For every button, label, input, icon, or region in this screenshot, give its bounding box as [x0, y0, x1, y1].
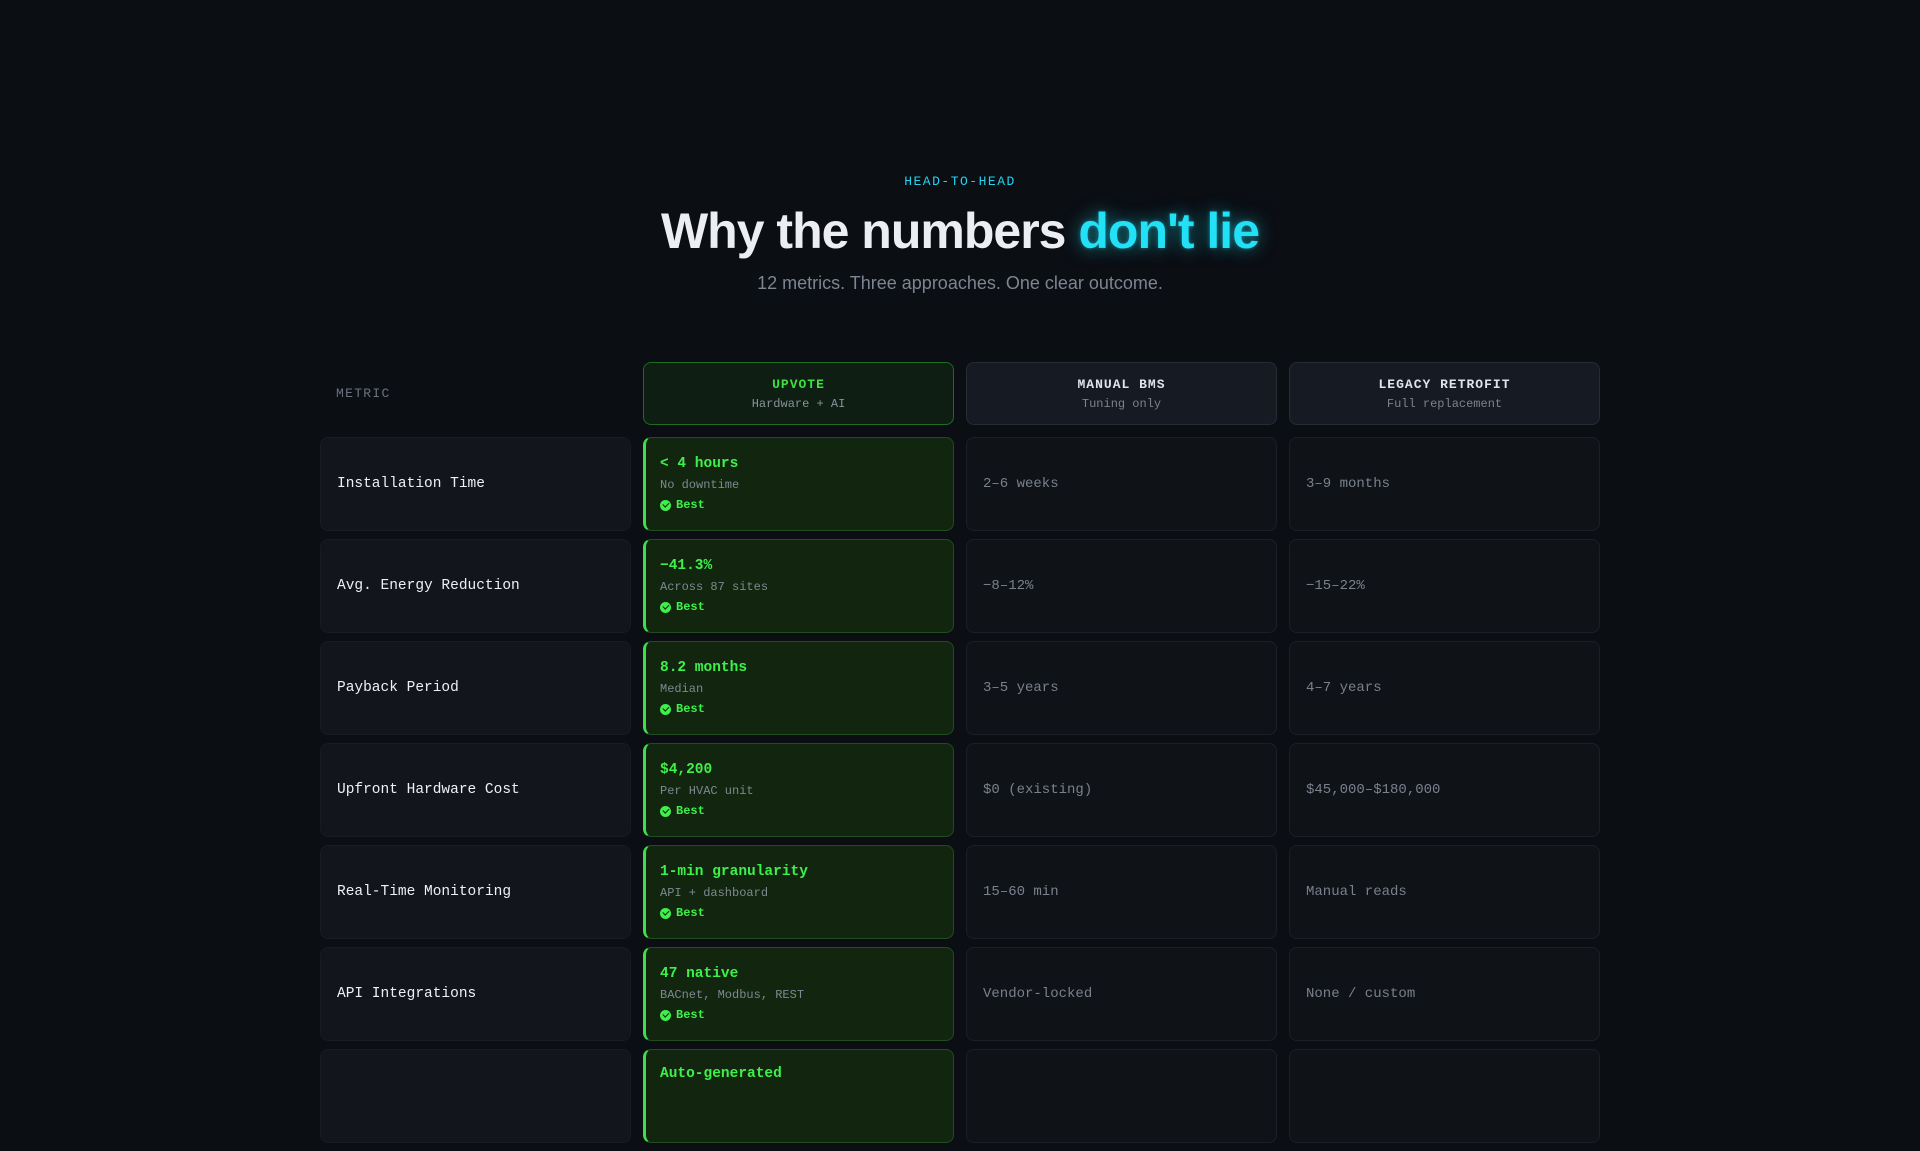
upvote-note: BACnet, Modbus, REST — [660, 988, 805, 1002]
check-circle-icon — [660, 805, 671, 817]
check-circle-icon — [660, 703, 671, 715]
best-label: Best — [676, 702, 705, 716]
check-circle-icon — [660, 601, 671, 613]
table-row: Upfront Hardware Cost $4,200 Per HVAC unit… — [320, 743, 1600, 837]
table-row: Real-Time Monitoring 1-min granularity API… — [320, 845, 1600, 939]
upvote-value: 1-min granularity — [660, 864, 808, 880]
metric-label: Payback Period — [320, 641, 631, 735]
title-accent: don't lie — [1078, 203, 1260, 259]
check-circle-icon — [660, 1009, 671, 1021]
best-badge: Best — [660, 498, 705, 512]
manual-bms-value: Vendor-locked — [966, 947, 1277, 1041]
legacy-retrofit-value: Manual reads — [1289, 845, 1600, 939]
metric-label — [320, 1049, 631, 1143]
column-header-legacy-retrofit: LEGACY RETROFIT Full replacement — [1289, 362, 1600, 425]
upvote-cell: 1-min granularity API + dashboard Best — [643, 845, 954, 939]
best-label: Best — [676, 906, 705, 920]
manual-bms-value: 2–6 weeks — [966, 437, 1277, 531]
upvote-value: 47 native — [660, 966, 739, 982]
table-row: Payback Period 8.2 months Median Best 3–5 ye… — [320, 641, 1600, 735]
column-header-name: MANUAL BMS — [1077, 376, 1166, 392]
title-plain: Why the numbers — [660, 203, 1079, 259]
legacy-retrofit-value: −15–22% — [1289, 539, 1600, 633]
legacy-retrofit-value: 3–9 months — [1289, 437, 1600, 531]
manual-bms-value: −8–12% — [966, 539, 1277, 633]
column-header-sub: Hardware + AI — [751, 396, 846, 411]
best-label: Best — [676, 600, 705, 614]
best-badge: Best — [660, 906, 705, 920]
legacy-retrofit-value: $45,000–$180,000 — [1289, 743, 1600, 837]
metric-column-header: METRIC — [336, 386, 391, 401]
upvote-cell: < 4 hours No downtime Best — [643, 437, 954, 531]
upvote-cell: Auto-generated — [643, 1049, 954, 1143]
table-row: API Integrations 47 native BACnet, Modbus,… — [320, 947, 1600, 1041]
best-label: Best — [676, 804, 705, 818]
upvote-cell: 47 native BACnet, Modbus, REST Best — [643, 947, 954, 1041]
page-title: Why the numbers don't lie — [0, 200, 1920, 262]
table-row: Auto-generated — [320, 1049, 1600, 1143]
upvote-note: No downtime — [660, 478, 740, 492]
upvote-cell: −41.3% Across 87 sites Best — [643, 539, 954, 633]
column-header-sub: Tuning only — [1081, 396, 1162, 411]
page-subtitle: 12 metrics. Three approaches. One clear … — [757, 273, 1163, 293]
best-badge: Best — [660, 1008, 705, 1022]
check-circle-icon — [660, 907, 671, 919]
column-header-upvote: UPVOTE Hardware + AI — [643, 362, 954, 425]
upvote-note: Median — [660, 682, 704, 696]
upvote-cell: $4,200 Per HVAC unit Best — [643, 743, 954, 837]
table-body: Installation Time < 4 hours No downtime Bes… — [320, 437, 1600, 1143]
upvote-value: 8.2 months — [660, 660, 748, 676]
best-label: Best — [676, 498, 705, 512]
manual-bms-value: $0 (existing) — [966, 743, 1277, 837]
upvote-value: $4,200 — [660, 762, 713, 778]
table-row: Installation Time < 4 hours No downtime Bes… — [320, 437, 1600, 531]
metric-label: Upfront Hardware Cost — [320, 743, 631, 837]
metric-label: Avg. Energy Reduction — [320, 539, 631, 633]
best-label: Best — [676, 1008, 705, 1022]
legacy-retrofit-value: None / custom — [1289, 947, 1600, 1041]
metric-label: Real-Time Monitoring — [320, 845, 631, 939]
upvote-cell: 8.2 months Median Best — [643, 641, 954, 735]
metric-label: Installation Time — [320, 437, 631, 531]
upvote-note: API + dashboard — [660, 886, 769, 900]
upvote-note: Across 87 sites — [660, 580, 769, 594]
check-circle-icon — [660, 499, 671, 511]
upvote-note: Per HVAC unit — [660, 784, 754, 798]
manual-bms-value: 15–60 min — [966, 845, 1277, 939]
section-eyebrow: HEAD-TO-HEAD — [904, 174, 1016, 189]
legacy-retrofit-value: 4–7 years — [1289, 641, 1600, 735]
column-header-manual-bms: MANUAL BMS Tuning only — [966, 362, 1277, 425]
comparison-table: METRIC UPVOTE Hardware + AI MANUAL BMS T… — [320, 362, 1600, 1151]
column-header-sub: Full replacement — [1386, 396, 1503, 411]
upvote-value: < 4 hours — [660, 456, 739, 472]
column-header-name: LEGACY RETROFIT — [1378, 376, 1511, 392]
metric-label: API Integrations — [320, 947, 631, 1041]
best-badge: Best — [660, 702, 705, 716]
table-row: Avg. Energy Reduction −41.3% Across 87 sit… — [320, 539, 1600, 633]
best-badge: Best — [660, 600, 705, 614]
table-header-row: METRIC UPVOTE Hardware + AI MANUAL BMS T… — [320, 362, 1600, 425]
best-badge: Best — [660, 804, 705, 818]
upvote-value: −41.3% — [660, 558, 713, 574]
legacy-retrofit-value — [1289, 1049, 1600, 1143]
manual-bms-value: 3–5 years — [966, 641, 1277, 735]
manual-bms-value — [966, 1049, 1277, 1143]
column-header-name: UPVOTE — [772, 376, 825, 392]
